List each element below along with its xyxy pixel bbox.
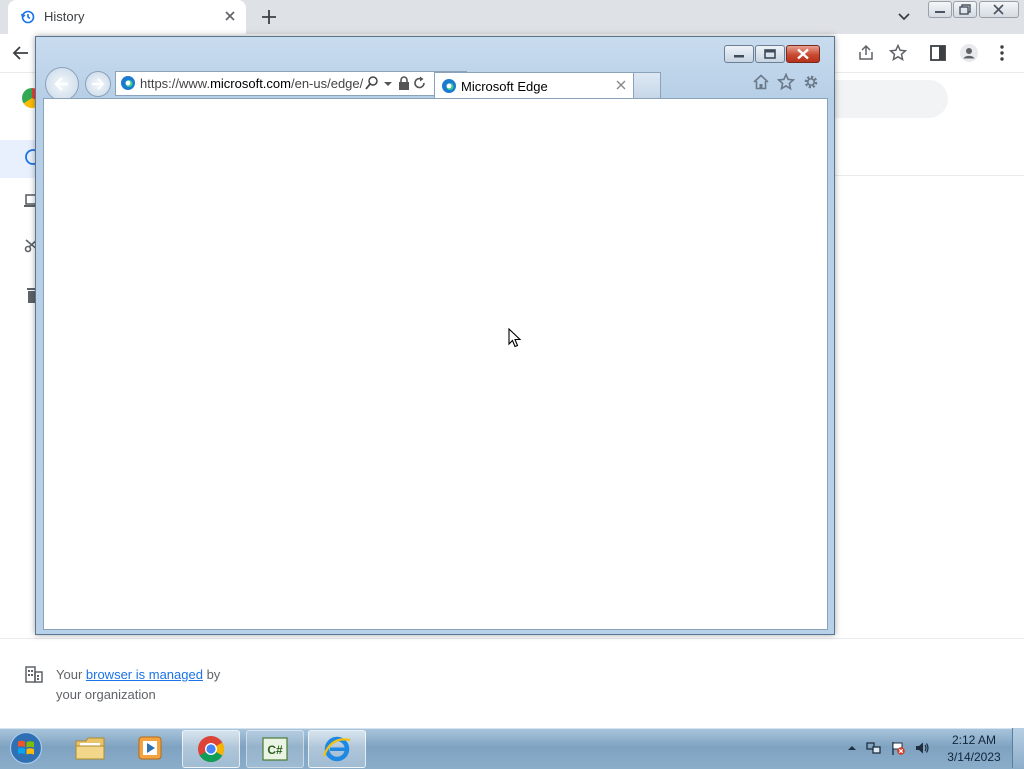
mouse-cursor-icon <box>508 328 522 348</box>
ie-page-content[interactable] <box>43 98 828 630</box>
folder-icon <box>75 737 105 760</box>
dropdown-arrow-icon[interactable] <box>381 75 395 91</box>
ie-restore-button[interactable] <box>755 45 785 63</box>
managed-notice: Your browser is managed by your organiza… <box>56 665 276 705</box>
new-tab-button[interactable] <box>258 6 280 28</box>
divider <box>0 638 1024 639</box>
taskbar-item-windows-explorer[interactable] <box>62 730 118 766</box>
edge-logo-icon <box>442 79 456 93</box>
ie-window: https://www.microsoft.com/en-us/edge/ Mi… <box>35 36 835 635</box>
csharp-icon: C# <box>262 737 288 761</box>
media-player-icon <box>138 736 162 760</box>
show-hidden-icons-arrow-icon[interactable] <box>844 740 860 756</box>
windows-start-button[interactable] <box>7 731 45 765</box>
ie-back-button[interactable] <box>45 67 79 101</box>
ie-address-bar[interactable]: https://www.microsoft.com/en-us/edge/ <box>115 71 467 96</box>
taskbar-item-media-player[interactable] <box>122 730 178 766</box>
divider <box>834 175 1024 176</box>
url-prefix: https://www. <box>140 76 211 91</box>
chrome-icon <box>198 736 225 763</box>
system-clock[interactable]: 2:12 AM 3/14/2023 <box>942 732 1006 766</box>
home-icon[interactable] <box>752 73 770 91</box>
chevron-down-icon[interactable] <box>894 8 914 26</box>
building-icon <box>25 666 43 683</box>
managed-notice-suffix: by <box>202 667 221 682</box>
back-arrow-icon <box>54 77 68 91</box>
managed-notice-prefix: Your <box>56 667 86 682</box>
url-domain: microsoft.com <box>210 76 291 91</box>
taskbar-item-google-chrome[interactable] <box>182 730 240 768</box>
close-icon[interactable] <box>615 79 627 91</box>
more-menu-icon[interactable] <box>992 43 1012 63</box>
search-icon[interactable] <box>365 75 379 91</box>
volume-icon[interactable] <box>914 740 930 756</box>
edge-logo-icon <box>121 76 135 90</box>
gear-icon[interactable] <box>802 73 820 91</box>
side-panel-icon[interactable] <box>928 43 948 63</box>
ie-tab-microsoft-edge[interactable]: Microsoft Edge <box>434 72 634 99</box>
window-close-button[interactable] <box>979 1 1019 18</box>
minimize-button[interactable] <box>928 1 952 18</box>
minimize-icon <box>734 55 744 58</box>
csharp-label: C# <box>267 743 283 757</box>
close-icon <box>993 4 1004 15</box>
minimize-icon <box>935 11 945 13</box>
refresh-icon[interactable] <box>413 75 427 91</box>
history-icon <box>20 10 35 24</box>
forward-arrow-icon <box>92 78 105 90</box>
profile-avatar[interactable] <box>959 43 979 63</box>
restore-icon <box>764 49 776 59</box>
ie-close-button[interactable] <box>786 45 820 63</box>
back-arrow-icon[interactable] <box>10 42 32 64</box>
ie-new-tab-button[interactable] <box>633 72 661 98</box>
close-icon <box>797 48 809 60</box>
ie-icon <box>322 736 351 762</box>
taskbar-item-internet-explorer[interactable] <box>308 730 366 768</box>
url-path: /en-us/edge/ <box>290 76 364 91</box>
star-icon[interactable] <box>888 43 908 63</box>
lock-icon[interactable] <box>397 75 411 91</box>
close-icon[interactable] <box>222 8 238 24</box>
ie-tab-title: Microsoft Edge <box>461 79 548 94</box>
network-icon[interactable] <box>866 740 882 756</box>
ie-minimize-button[interactable] <box>724 45 754 63</box>
restore-button[interactable] <box>953 1 977 18</box>
chrome-tab-history[interactable]: History <box>8 0 246 34</box>
action-center-flag-icon[interactable] <box>890 740 906 756</box>
clock-time: 2:12 AM <box>951 733 997 747</box>
managed-notice-line2: your organization <box>56 687 156 702</box>
favorites-star-icon[interactable] <box>777 73 795 91</box>
restore-icon <box>959 4 971 15</box>
show-desktop-button[interactable] <box>1012 728 1024 768</box>
ie-url-text[interactable]: https://www.microsoft.com/en-us/edge/ <box>140 76 363 91</box>
clock-date: 3/14/2023 <box>947 750 1001 764</box>
share-icon[interactable] <box>856 43 876 63</box>
browser-managed-link[interactable]: browser is managed <box>86 667 203 682</box>
chrome-tab-title: History <box>44 9 85 24</box>
ie-forward-button[interactable] <box>85 71 111 97</box>
taskbar-item-csharp-editor[interactable]: C# <box>246 730 304 768</box>
